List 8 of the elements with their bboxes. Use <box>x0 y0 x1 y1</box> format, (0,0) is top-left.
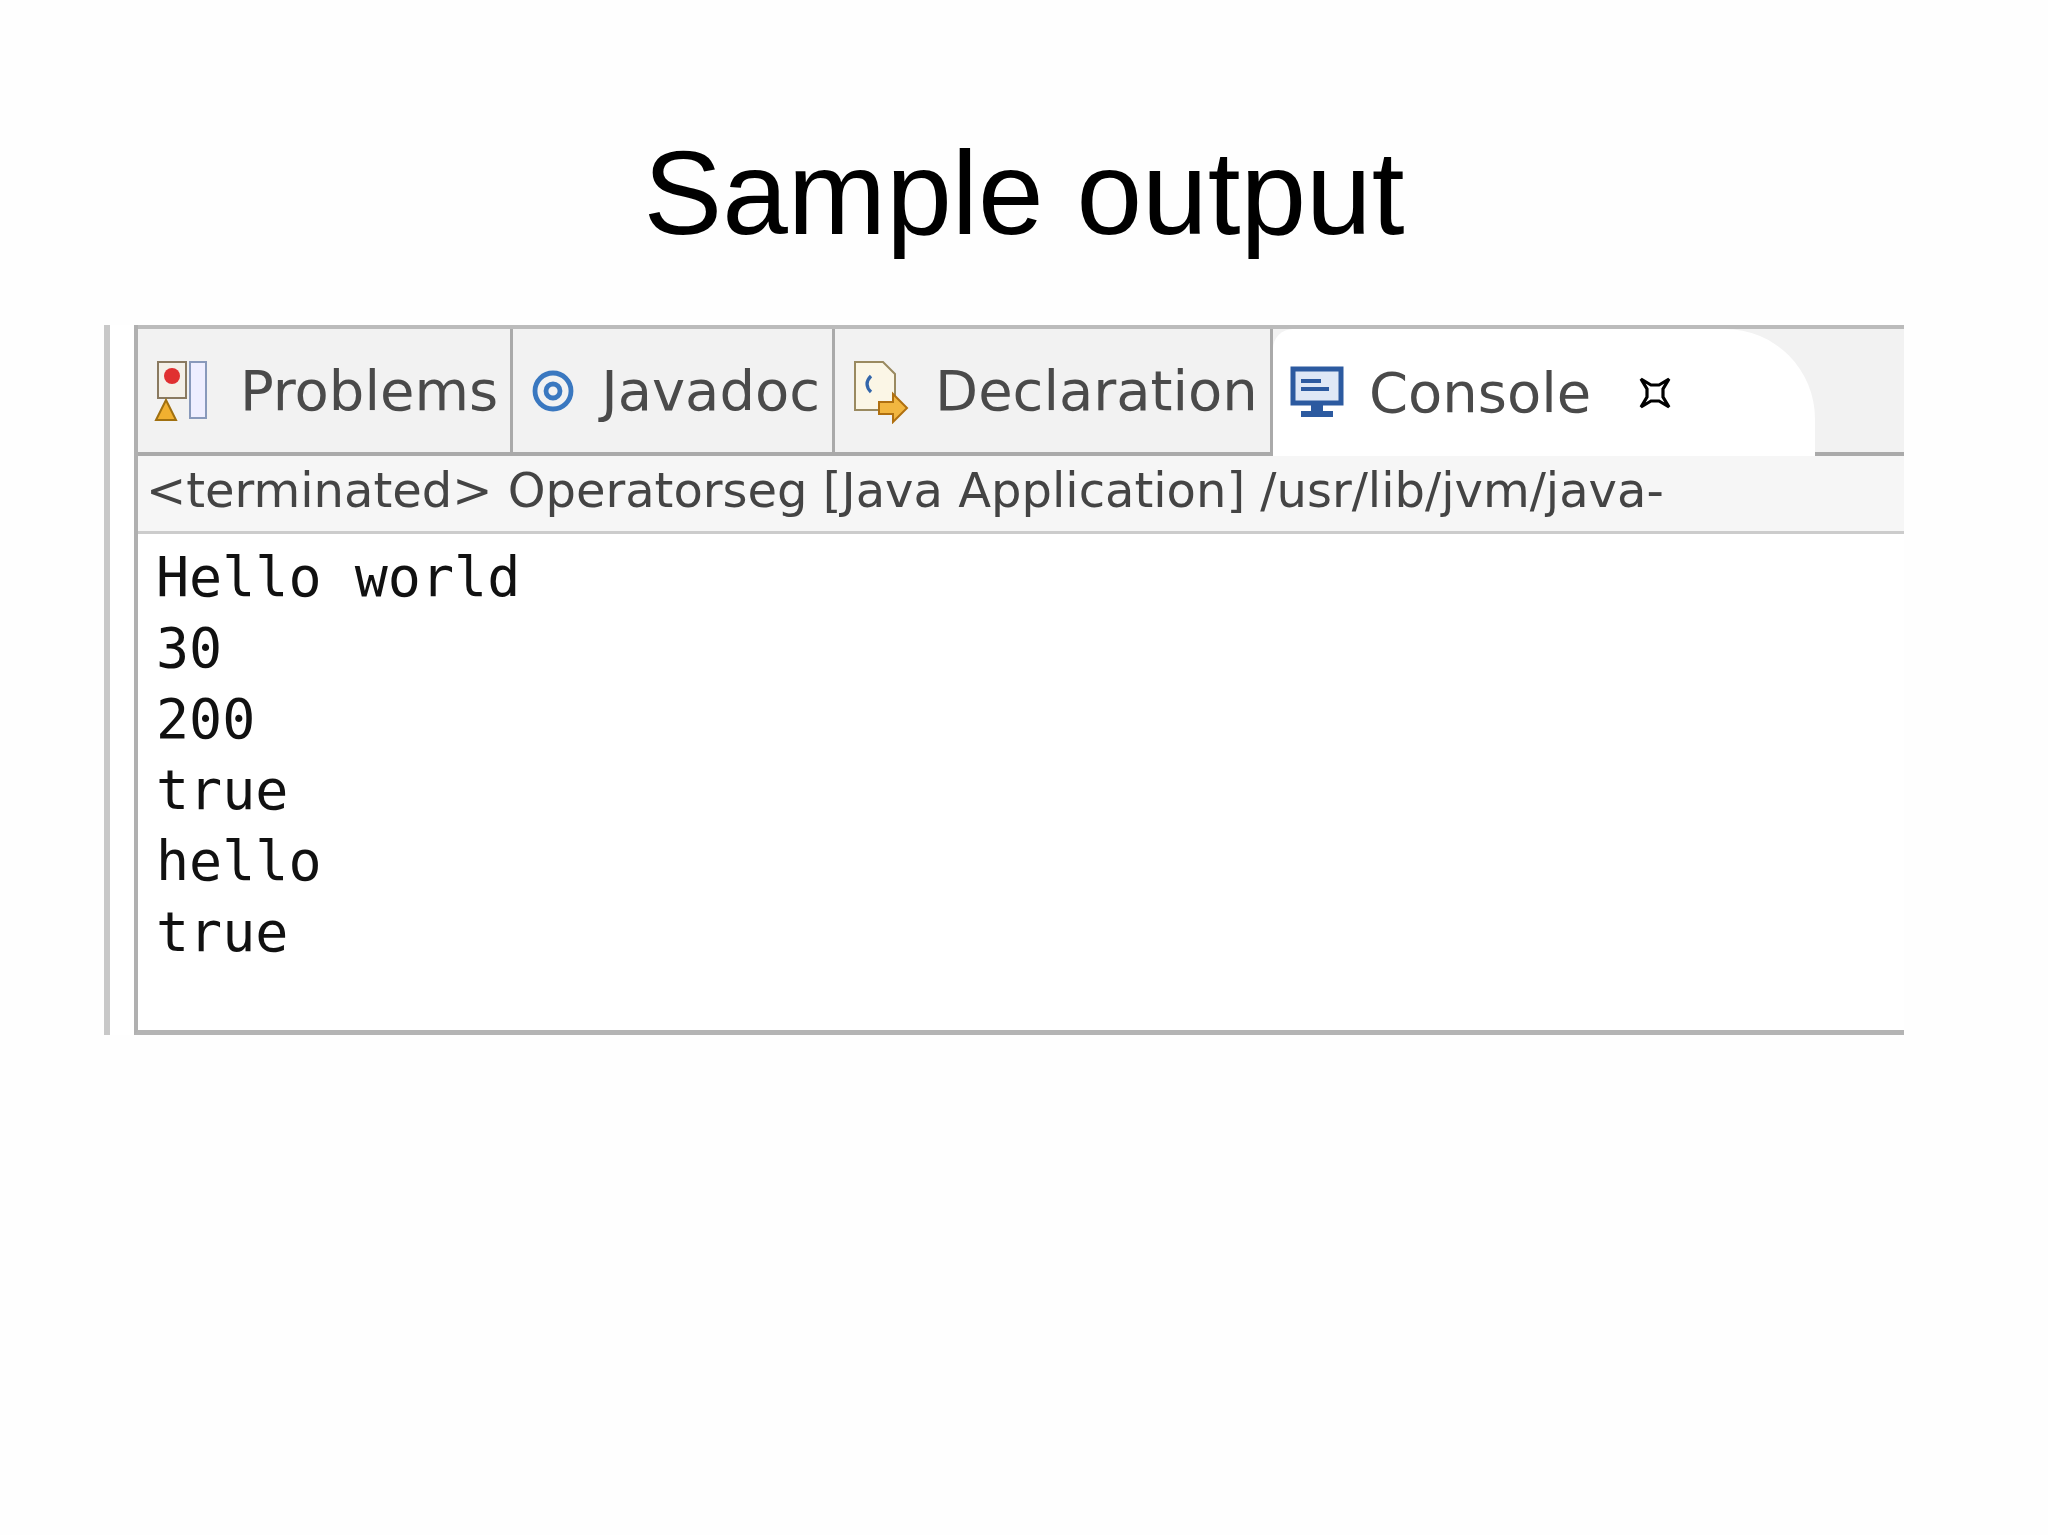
console-line: true <box>156 757 290 824</box>
console-line: true <box>156 899 290 966</box>
tab[interactable]: Console <box>1272 329 1816 456</box>
console-line: 30 <box>156 615 224 682</box>
slide-title: Sample output <box>642 126 1406 261</box>
console-line: 200 <box>156 686 257 753</box>
console-line: Hello world <box>156 544 522 611</box>
console-line: hello <box>156 828 323 895</box>
